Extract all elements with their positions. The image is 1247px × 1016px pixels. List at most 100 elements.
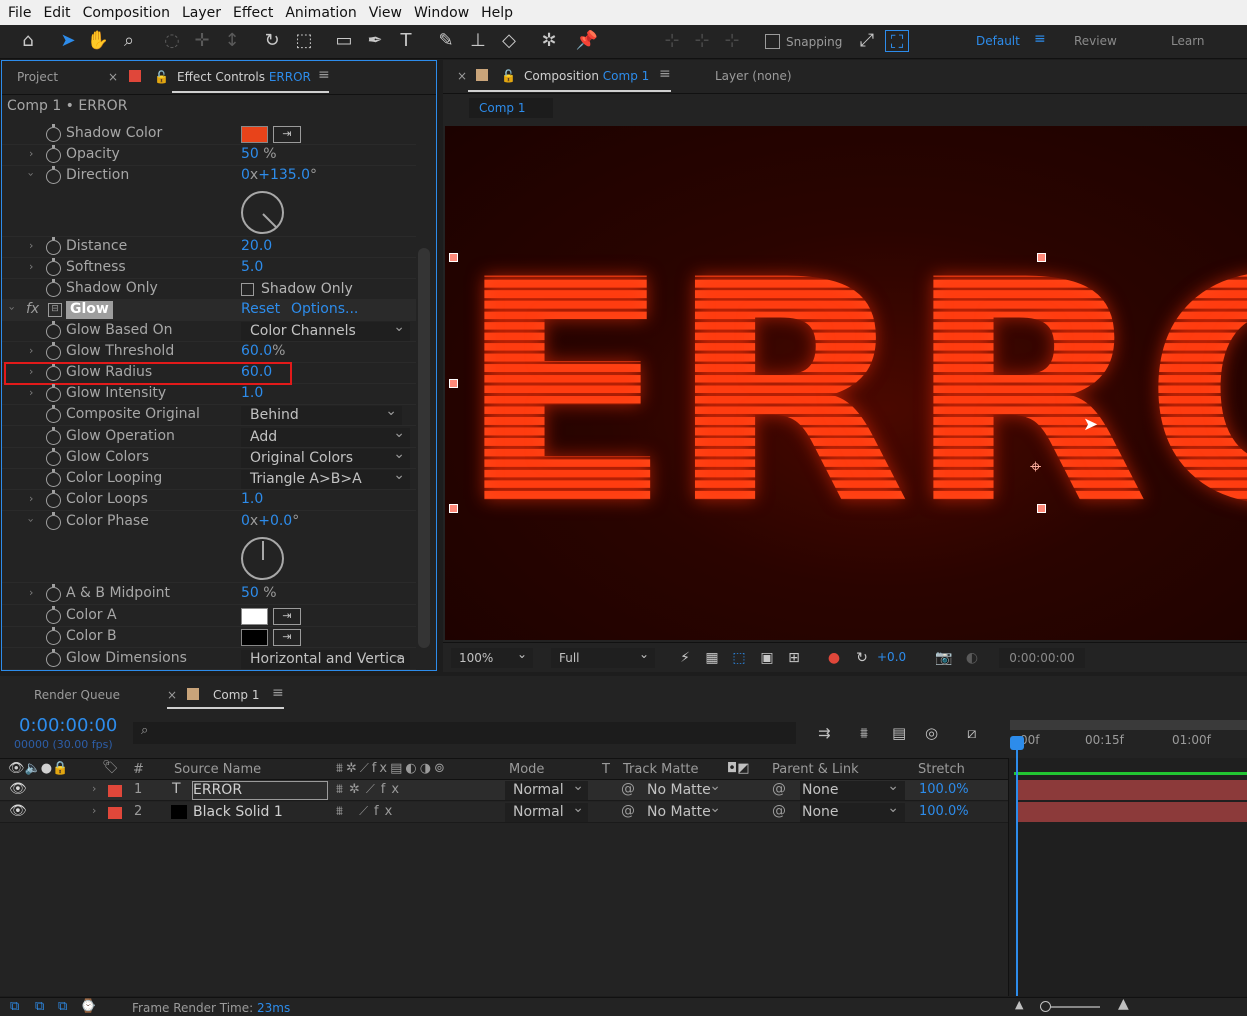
layer-switches[interactable]: ⩩✲⟋fx bbox=[336, 782, 405, 797]
stopwatch-icon[interactable] bbox=[46, 166, 61, 184]
glow-dimensions-dropdown[interactable]: Horizontal and Vertica bbox=[241, 650, 410, 669]
view-axis-icon[interactable]: ⊹ bbox=[720, 29, 744, 53]
stopwatch-icon[interactable] bbox=[46, 145, 61, 163]
reset-exposure-icon[interactable]: ↻ bbox=[853, 649, 871, 667]
collapse-arrow-icon[interactable]: › bbox=[25, 518, 38, 522]
brush-tool-icon[interactable]: ✎ bbox=[434, 29, 458, 53]
effect-controls-scrollbar[interactable] bbox=[418, 248, 430, 648]
parent-dropdown[interactable]: None bbox=[800, 799, 905, 822]
region-of-interest-icon[interactable]: ▣ bbox=[758, 649, 776, 667]
frame-blending-icon[interactable]: ▤ bbox=[892, 724, 906, 742]
eyedropper-icon[interactable]: ⇥ bbox=[273, 629, 301, 646]
close-icon[interactable]: × bbox=[167, 688, 177, 702]
tab-render-queue[interactable]: Render Queue bbox=[34, 688, 120, 702]
transparency-grid-icon[interactable]: ▦ bbox=[703, 649, 721, 667]
stopwatch-icon[interactable] bbox=[46, 124, 61, 142]
stopwatch-icon[interactable] bbox=[46, 448, 61, 466]
tab-effect-controls[interactable]: Effect Controls ERROR bbox=[177, 70, 311, 84]
selection-tool-icon[interactable]: ➤ bbox=[56, 29, 80, 53]
layer-name[interactable]: Black Solid 1 bbox=[193, 804, 283, 820]
snapping-checkbox[interactable] bbox=[765, 34, 780, 49]
menu-effect[interactable]: Effect bbox=[227, 5, 279, 21]
layer-handle[interactable] bbox=[449, 504, 458, 513]
visibility-eye-icon[interactable]: 👁 bbox=[9, 803, 27, 819]
expand-arrow-icon[interactable]: › bbox=[29, 239, 33, 252]
lock-icon[interactable]: 🔓 bbox=[154, 70, 169, 84]
resolution-dropdown[interactable]: Full bbox=[551, 644, 655, 668]
blend-mode-dropdown[interactable]: Normal bbox=[505, 777, 588, 800]
panel-menu-icon[interactable]: ≡ bbox=[318, 67, 330, 83]
layer-handle[interactable] bbox=[449, 253, 458, 262]
menu-layer[interactable]: Layer bbox=[176, 5, 227, 21]
glow-threshold-value[interactable]: 60.0% bbox=[241, 343, 285, 359]
effect-name[interactable]: Glow bbox=[66, 301, 113, 319]
color-a-swatch[interactable] bbox=[241, 608, 268, 625]
stretch-value[interactable]: 100.0% bbox=[919, 804, 969, 819]
expand-arrow-icon[interactable]: › bbox=[29, 344, 33, 357]
workspace-learn[interactable]: Learn bbox=[1171, 34, 1205, 48]
panel-menu-icon[interactable]: ≡ bbox=[659, 66, 671, 82]
revolutions[interactable]: 0 bbox=[241, 513, 250, 529]
menu-file[interactable]: File bbox=[2, 5, 37, 21]
pen-tool-icon[interactable]: ✒ bbox=[363, 29, 387, 53]
render-time-toggle-icon[interactable]: ⌚ bbox=[80, 999, 96, 1014]
stopwatch-icon[interactable] bbox=[46, 384, 61, 402]
stopwatch-icon[interactable] bbox=[46, 258, 61, 276]
effect-lock-icon[interactable]: ⊟ bbox=[48, 303, 62, 317]
zoom-tool-icon[interactable]: ⌕ bbox=[117, 29, 141, 53]
comp-subtab[interactable]: Comp 1 bbox=[469, 98, 553, 118]
composition-viewer[interactable]: ERRO ⌖ ➤ bbox=[445, 126, 1247, 640]
motion-blur-icon[interactable]: ◎ bbox=[925, 724, 938, 742]
glow-based-on-dropdown[interactable]: Color Channels bbox=[241, 322, 410, 341]
shadow-color-swatch[interactable] bbox=[241, 126, 268, 143]
ab-midpoint-value[interactable]: 50 % bbox=[241, 585, 277, 601]
search-input[interactable]: ⌕ bbox=[133, 722, 796, 744]
eyedropper-icon[interactable]: ⇥ bbox=[273, 126, 301, 143]
parent-dropdown[interactable]: None bbox=[800, 777, 905, 800]
layer-duration-bar[interactable] bbox=[1018, 780, 1247, 800]
collapse-arrow-icon[interactable]: › bbox=[6, 306, 19, 310]
layer-handle[interactable] bbox=[1037, 504, 1046, 513]
color-phase-value[interactable]: 0x+0.0° bbox=[241, 513, 299, 529]
pick-whip-icon[interactable]: @ bbox=[772, 781, 786, 797]
tab-layer[interactable]: Layer (none) bbox=[715, 69, 792, 83]
fx-icon[interactable]: fx bbox=[26, 301, 39, 317]
menu-help[interactable]: Help bbox=[475, 5, 519, 21]
softness-value[interactable]: 5.0 bbox=[241, 259, 263, 275]
layer-duration-bar[interactable] bbox=[1018, 802, 1247, 822]
layer-label-color[interactable] bbox=[108, 785, 122, 797]
roto-brush-icon[interactable]: ✲ bbox=[537, 29, 561, 53]
zoom-slider-knob[interactable] bbox=[1040, 1001, 1051, 1012]
color-phase-dial[interactable] bbox=[241, 537, 284, 580]
graph-editor-icon[interactable]: ⧄ bbox=[967, 724, 977, 742]
eyedropper-icon[interactable]: ⇥ bbox=[273, 608, 301, 625]
menu-composition[interactable]: Composition bbox=[77, 5, 176, 21]
timecode-field[interactable]: 0:00:00:00 bbox=[999, 648, 1085, 668]
expand-arrow-icon[interactable]: › bbox=[29, 586, 33, 599]
pick-whip-icon[interactable]: @ bbox=[772, 803, 786, 819]
direction-value[interactable]: 0x+135.0° bbox=[241, 167, 317, 183]
type-tool-icon[interactable]: T bbox=[394, 29, 418, 53]
stopwatch-icon[interactable] bbox=[46, 627, 61, 645]
current-time[interactable]: 0:00:00:00 bbox=[19, 715, 117, 736]
close-icon[interactable]: × bbox=[108, 70, 118, 84]
workspace-menu-icon[interactable]: ≡ bbox=[1034, 31, 1046, 47]
stopwatch-icon[interactable] bbox=[46, 405, 61, 423]
value-number[interactable]: 50 bbox=[241, 146, 259, 162]
dolly-camera-icon[interactable]: ↕ bbox=[220, 29, 244, 53]
home-icon[interactable]: ⌂ bbox=[16, 29, 40, 53]
grid-guides-icon[interactable]: ⊞ bbox=[785, 649, 803, 667]
degrees[interactable]: +135.0 bbox=[258, 167, 310, 183]
snap-edges-icon[interactable]: ⤢ bbox=[855, 29, 879, 53]
stopwatch-icon[interactable] bbox=[46, 606, 61, 624]
shadow-only-checkbox[interactable] bbox=[241, 283, 254, 296]
panel-menu-icon[interactable]: ≡ bbox=[272, 685, 284, 701]
rectangle-tool-icon[interactable]: ▭ bbox=[332, 29, 356, 53]
snapshot-camera-icon[interactable]: 📷 bbox=[935, 649, 953, 667]
track-matte-dropdown[interactable]: No Matte bbox=[645, 799, 723, 822]
anchor-point-icon[interactable]: ⌖ bbox=[1030, 454, 1041, 478]
comp-text-layer[interactable]: ERRO bbox=[455, 240, 1247, 547]
close-icon[interactable]: × bbox=[457, 69, 467, 83]
fast-preview-icon[interactable]: ⚡ bbox=[676, 649, 694, 667]
workspace-review[interactable]: Review bbox=[1074, 34, 1117, 48]
